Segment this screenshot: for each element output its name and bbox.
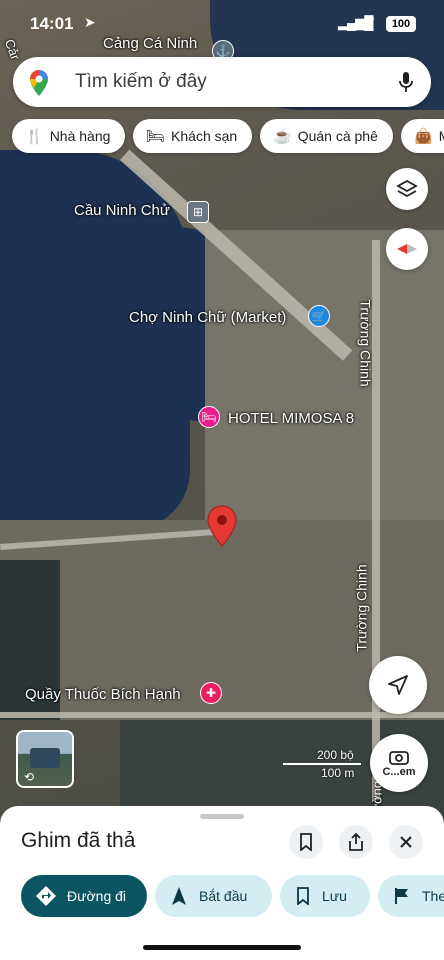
- building-icon: [30, 748, 60, 768]
- status-bar: 14:01 ➤ ▂▄▆█ ⌔ 100: [0, 0, 444, 46]
- navigation-start-icon: [172, 887, 186, 905]
- start-button[interactable]: Bắt đầu: [155, 875, 272, 917]
- save-icon-button[interactable]: [289, 825, 323, 859]
- map-label-pharmacy: Quầy Thuốc Bích Hạnh: [25, 686, 181, 703]
- search-bar[interactable]: Tìm kiếm ở đây: [13, 57, 431, 107]
- camera-button-label: C...em: [382, 765, 416, 778]
- hotel-poi-icon[interactable]: 🛏: [198, 406, 220, 428]
- save-label: Lưu: [322, 888, 347, 904]
- chip-shopping[interactable]: 👜 M: [401, 119, 444, 153]
- layers-icon: [396, 179, 418, 198]
- search-input[interactable]: Tìm kiếm ở đây: [75, 71, 207, 93]
- directions-label: Đường đi: [67, 888, 127, 904]
- share-button[interactable]: [339, 825, 373, 859]
- scale-meters: 100 m: [321, 766, 355, 780]
- map-label-bridge: Cầu Ninh Chử: [74, 202, 170, 219]
- street-label-2: Trường Chinh: [353, 564, 370, 652]
- microphone-icon[interactable]: [399, 71, 413, 93]
- save-button[interactable]: Lưu: [280, 875, 370, 917]
- hotel-icon: 🛏: [146, 128, 166, 145]
- close-button[interactable]: [389, 825, 423, 859]
- restaurant-icon: 🍴: [25, 128, 44, 145]
- chip-restaurant[interactable]: 🍴 Nhà hàng: [12, 119, 125, 153]
- home-indicator[interactable]: [143, 945, 301, 950]
- street-view-thumbnail[interactable]: ⟲: [16, 730, 74, 788]
- compass-icon: [397, 244, 417, 254]
- sheet-title: Ghim đã thả: [21, 829, 136, 852]
- location-arrow-icon: ➤: [84, 14, 96, 30]
- map-label-market: Chợ Ninh Chữ (Market): [129, 309, 287, 326]
- road-south: [0, 712, 444, 718]
- maps-pin-logo-icon: [30, 70, 48, 96]
- directions-button[interactable]: Đường đi: [21, 875, 147, 917]
- directions-icon: [36, 886, 56, 906]
- bookmark-icon: [297, 887, 309, 905]
- close-icon: [400, 836, 412, 848]
- flag-icon: [395, 888, 408, 904]
- start-label: Bắt đầu: [199, 888, 248, 904]
- chip-label: Nhà hàng: [49, 128, 111, 144]
- dropped-pin-icon[interactable]: [207, 505, 237, 547]
- layers-button[interactable]: [386, 168, 428, 210]
- label-button-text: The: [422, 888, 444, 904]
- rotate-360-icon: ⟲: [24, 770, 35, 784]
- chip-hotel[interactable]: 🛏 Khách sạn: [133, 119, 252, 153]
- my-location-button[interactable]: [369, 656, 427, 714]
- chip-label: Quán cà phê: [297, 128, 378, 144]
- navigation-arrow-icon: [388, 675, 408, 695]
- battery-indicator: 100: [386, 16, 416, 32]
- dropped-pin-sheet: Ghim đã thả Đường đi Bắt đầu Lưu The: [0, 806, 444, 960]
- screen: Cảr Cảng Cá Ninh ⚓ Cầu Ninh Chử ⊞ Chợ Ni…: [0, 0, 444, 960]
- scale-feet: 200 bộ: [317, 748, 354, 762]
- category-chips: 🍴 Nhà hàng 🛏 Khách sạn ☕ Quán cà phê 👜 M: [0, 119, 444, 155]
- share-icon: [349, 833, 363, 851]
- chip-cafe[interactable]: ☕ Quán cà phê: [260, 119, 393, 153]
- bridge-poi-icon[interactable]: ⊞: [187, 201, 209, 223]
- market-poi-icon[interactable]: 🛒: [308, 305, 330, 327]
- wifi-icon: ⌔: [362, 14, 378, 31]
- camera-search-button[interactable]: C...em: [370, 734, 428, 792]
- chip-label: Khách sạn: [171, 128, 238, 144]
- label-button[interactable]: The: [378, 875, 444, 917]
- pharmacy-poi-icon[interactable]: ✚: [200, 682, 222, 704]
- chip-label: M: [439, 128, 444, 144]
- map-scale: 200 bộ 100 m: [283, 748, 363, 780]
- status-time: 14:01: [30, 14, 74, 33]
- map-label-hotel: HOTEL MIMOSA 8: [228, 410, 355, 427]
- compass-button[interactable]: [386, 228, 428, 270]
- cafe-icon: ☕: [273, 128, 292, 145]
- sheet-drag-handle[interactable]: [200, 814, 244, 819]
- bookmark-icon: [300, 833, 312, 851]
- camera-lens-icon: [389, 750, 409, 765]
- shopping-bag-icon: 👜: [414, 128, 433, 145]
- scale-bar: [283, 763, 361, 765]
- street-label-1: Trường Chinh: [357, 299, 374, 387]
